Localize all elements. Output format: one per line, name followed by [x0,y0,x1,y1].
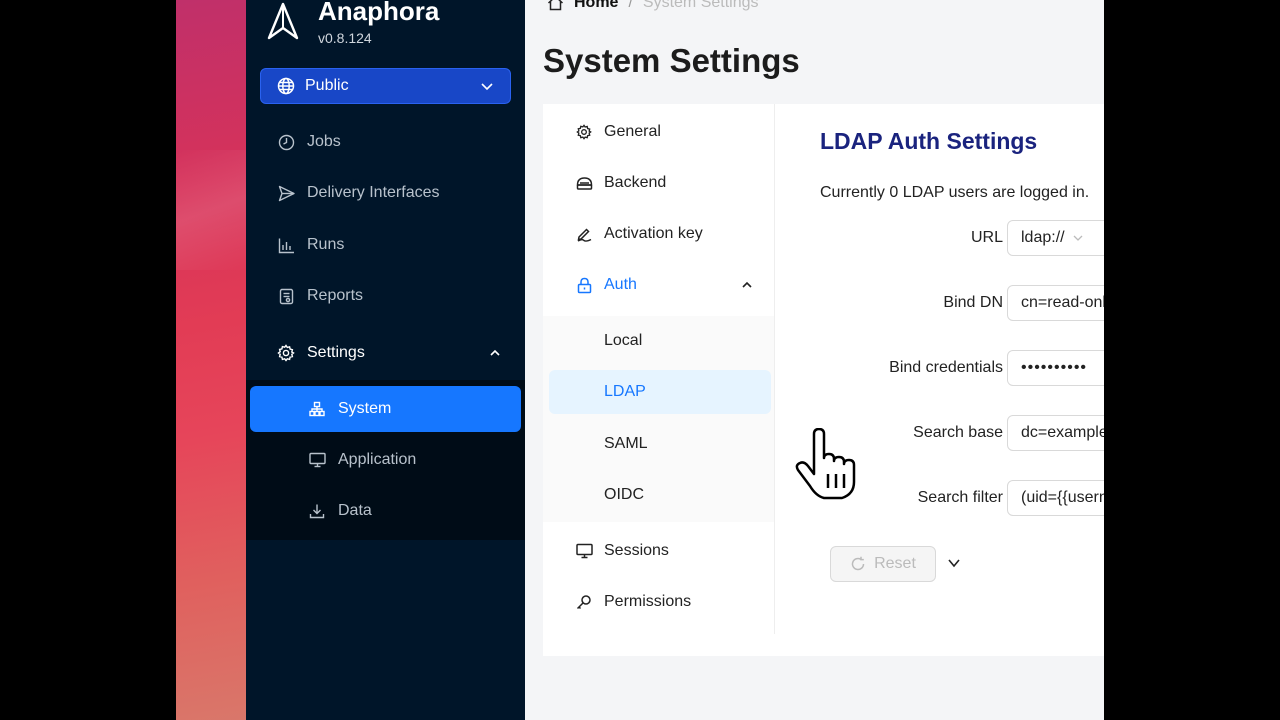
menu-item-oidc[interactable]: OIDC [549,473,771,517]
menu-item-label: Activation key [604,225,703,242]
sidebar-item-data[interactable]: Data [250,489,521,533]
menu-item-activation-key[interactable]: Activation key [549,212,771,256]
menu-item-label: Sessions [604,542,669,559]
sidebar-item-label: Runs [307,236,345,253]
menu-item-auth[interactable]: Auth [549,263,771,307]
ldap-title: LDAP Auth Settings [820,128,1038,154]
sidebar-item-label: Application [338,451,417,468]
gear-icon [277,344,295,362]
send-icon [277,184,295,202]
namespace-select[interactable]: Public [260,68,511,104]
menu-item-saml[interactable]: SAML [549,422,771,466]
menu-item-label: General [604,123,661,140]
app-name: Anaphora [318,0,440,26]
sidebar-item-label: Data [338,502,372,519]
chevron-down-icon [1073,235,1083,241]
menu-item-label: SAML [604,435,648,452]
bind-dn-input[interactable]: cn=read-only [1007,285,1104,321]
chevron-down-icon [481,83,493,91]
menu-item-label: LDAP [604,383,646,400]
sidebar-item-application[interactable]: Application [250,438,521,482]
app-window: Anaphora v0.8.124 Public Jobs Delivery I… [176,0,1104,720]
sidebar-item-label: System [338,400,392,417]
bind-credentials-input[interactable]: •••••••••• [1007,350,1104,386]
breadcrumb: Home / System Settings [547,0,759,12]
menu-item-label: Permissions [604,593,692,610]
clock-icon [277,133,295,151]
sidebar-item-runs[interactable]: Runs [250,223,521,267]
chevron-up-icon [742,281,752,288]
main-content: Home / System Settings System Settings G… [525,0,1104,720]
menu-item-label: OIDC [604,486,644,503]
monitor-icon [308,451,326,469]
bar-chart-icon [277,236,295,254]
settings-menu: General Backend Activation key Auth Loca… [543,104,775,634]
lock-icon [575,276,593,294]
sidebar-item-delivery-interfaces[interactable]: Delivery Interfaces [250,171,521,215]
menu-item-label: Auth [604,276,637,293]
sidebar-item-settings[interactable]: Settings [250,331,521,375]
menu-item-sessions[interactable]: Sessions [549,529,771,573]
breadcrumb-current: System Settings [642,0,759,11]
menu-item-ldap[interactable]: LDAP [549,370,771,414]
search-filter-label: Search filter [917,489,1003,506]
menu-item-local[interactable]: Local [549,319,771,363]
sidebar-item-system[interactable]: System [250,386,521,432]
hand-cursor-icon [795,428,856,500]
url-protocol-value: ldap:// [1021,229,1065,246]
breadcrumb-home[interactable]: Home [574,0,618,12]
app-version: v0.8.124 [318,30,372,46]
app-logo-icon [267,2,299,40]
search-base-input[interactable]: dc=example [1007,415,1104,451]
sidebar-item-label: Delivery Interfaces [307,184,440,201]
monitor-icon [575,542,593,560]
sidebar-item-reports[interactable]: Reports [250,274,521,318]
home-icon [547,0,564,11]
ldap-settings-panel: LDAP Auth Settings Currently 0 LDAP user… [775,104,1104,634]
ldap-logged-in-note: Currently 0 LDAP users are logged in. [820,184,1090,201]
chevron-down-icon[interactable] [947,556,961,570]
desktop-wallpaper [176,0,246,720]
breadcrumb-separator: / [628,0,633,11]
menu-item-backend[interactable]: Backend [549,161,771,205]
chevron-up-icon [490,349,500,356]
settings-card: General Backend Activation key Auth Loca… [543,104,1104,656]
gear-icon [575,123,593,141]
download-icon [308,502,326,520]
search-base-label: Search base [913,424,1003,441]
bind-credentials-label: Bind credentials [889,359,1003,376]
menu-item-permissions[interactable]: Permissions [549,580,771,624]
key-icon [575,593,593,611]
menu-item-label: Local [604,332,643,349]
brand: Anaphora v0.8.124 [266,0,439,46]
globe-icon [277,77,295,95]
sidebar-item-label: Reports [307,287,364,304]
page-title: System Settings [543,42,800,79]
reset-button[interactable]: Reset [830,546,936,582]
sidebar-item-label: Settings [307,344,365,361]
menu-item-label: Backend [604,174,667,191]
database-icon [575,174,593,192]
namespace-select-value: Public [305,77,349,94]
url-protocol-select[interactable]: ldap:// [1007,220,1104,256]
bind-dn-label: Bind DN [943,294,1003,311]
signature-icon [575,225,593,243]
menu-item-general[interactable]: General [549,110,771,154]
search-filter-input[interactable]: (uid={{username}}) [1007,480,1104,516]
url-label: URL [970,229,1003,246]
hierarchy-icon [308,400,326,418]
reload-icon [851,556,865,571]
sidebar-item-jobs[interactable]: Jobs [250,120,521,164]
sidebar-item-label: Jobs [307,133,341,150]
sidebar: Anaphora v0.8.124 Public Jobs Delivery I… [246,0,525,720]
report-icon [277,287,295,305]
reset-button-label: Reset [874,555,916,572]
